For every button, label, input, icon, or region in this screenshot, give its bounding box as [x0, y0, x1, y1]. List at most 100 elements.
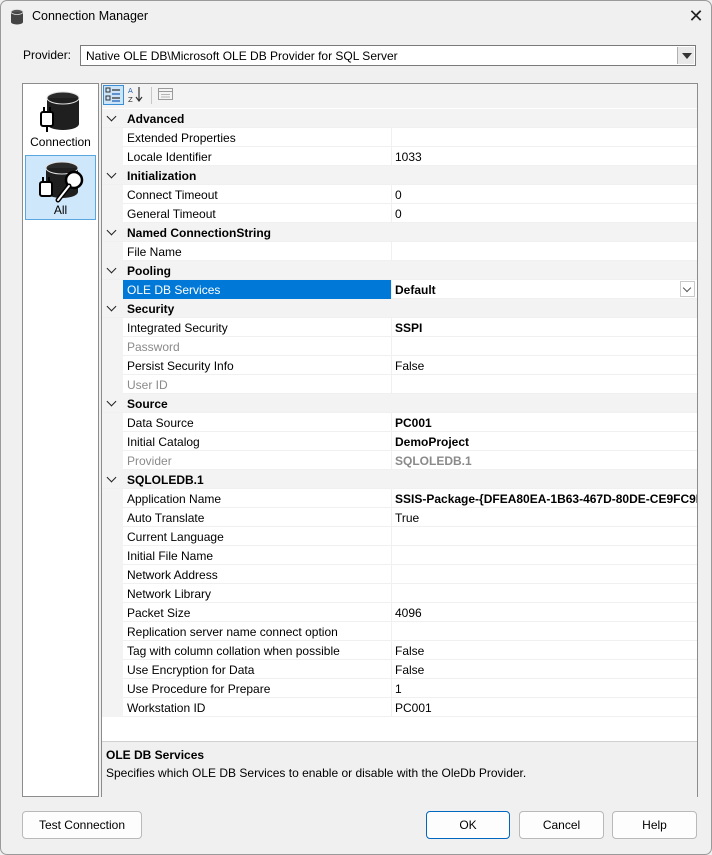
- close-button[interactable]: ✕: [684, 5, 708, 27]
- category-row[interactable]: Initialization: [102, 166, 697, 185]
- ok-button[interactable]: OK: [426, 811, 510, 839]
- cancel-button[interactable]: Cancel: [519, 811, 604, 839]
- column-splitter[interactable]: [391, 698, 392, 717]
- property-value[interactable]: SSPI: [395, 321, 697, 335]
- category-row[interactable]: Pooling: [102, 261, 697, 280]
- column-splitter[interactable]: [391, 337, 392, 356]
- property-value[interactable]: SQLOLEDB.1: [395, 454, 697, 468]
- property-value[interactable]: DemoProject: [395, 435, 697, 449]
- property-value[interactable]: 4096: [395, 606, 697, 620]
- property-row[interactable]: Data Source PC001: [102, 413, 697, 432]
- chevron-down-icon[interactable]: [107, 264, 115, 272]
- property-row[interactable]: Persist Security Info False: [102, 356, 697, 375]
- column-splitter[interactable]: [391, 147, 392, 166]
- property-value[interactable]: PC001: [395, 416, 697, 430]
- property-row[interactable]: Packet Size 4096: [102, 603, 697, 622]
- property-row[interactable]: Auto Translate True: [102, 508, 697, 527]
- property-value[interactable]: Default: [395, 283, 697, 297]
- nav-item-connection[interactable]: Connection: [25, 86, 96, 151]
- property-row[interactable]: Network Library: [102, 584, 697, 603]
- alphabetical-button[interactable]: A Z: [126, 85, 147, 105]
- column-splitter[interactable]: [391, 128, 392, 147]
- property-row[interactable]: File Name: [102, 242, 697, 261]
- property-row[interactable]: Extended Properties: [102, 128, 697, 147]
- property-row[interactable]: Workstation ID PC001: [102, 698, 697, 717]
- property-row[interactable]: Connect Timeout 0: [102, 185, 697, 204]
- column-splitter[interactable]: [391, 603, 392, 622]
- property-row[interactable]: Initial File Name: [102, 546, 697, 565]
- property-value[interactable]: False: [395, 644, 697, 658]
- property-row[interactable]: General Timeout 0: [102, 204, 697, 223]
- column-splitter[interactable]: [391, 641, 392, 660]
- row-gutter: [102, 603, 123, 622]
- categorized-button[interactable]: [103, 85, 124, 105]
- chevron-down-icon[interactable]: [107, 226, 115, 234]
- nav-item-all[interactable]: All: [25, 155, 96, 220]
- column-splitter[interactable]: [391, 280, 392, 299]
- column-splitter[interactable]: [391, 546, 392, 565]
- column-splitter[interactable]: [391, 432, 392, 451]
- category-row[interactable]: Advanced: [102, 109, 697, 128]
- property-value[interactable]: 1: [395, 682, 697, 696]
- property-value[interactable]: PC001: [395, 701, 697, 715]
- category-row[interactable]: SQLOLEDB.1: [102, 470, 697, 489]
- column-splitter[interactable]: [391, 318, 392, 337]
- property-row[interactable]: Network Address: [102, 565, 697, 584]
- provider-select[interactable]: Native OLE DB\Microsoft OLE DB Provider …: [80, 45, 696, 66]
- column-splitter[interactable]: [391, 204, 392, 223]
- chevron-down-icon[interactable]: [107, 302, 115, 310]
- column-splitter[interactable]: [391, 489, 392, 508]
- column-splitter[interactable]: [391, 679, 392, 698]
- column-splitter[interactable]: [391, 622, 392, 641]
- nav-item-label: All: [53, 203, 68, 217]
- property-row[interactable]: Replication server name connect option: [102, 622, 697, 641]
- property-value[interactable]: False: [395, 663, 697, 677]
- property-value[interactable]: 0: [395, 207, 697, 221]
- chevron-down-icon[interactable]: [677, 47, 694, 64]
- property-pages-button[interactable]: [156, 85, 177, 105]
- property-row[interactable]: User ID: [102, 375, 697, 394]
- property-row[interactable]: Locale Identifier 1033: [102, 147, 697, 166]
- column-splitter[interactable]: [391, 356, 392, 375]
- property-value[interactable]: 1033: [395, 150, 697, 164]
- column-splitter[interactable]: [391, 565, 392, 584]
- property-row[interactable]: Initial Catalog DemoProject: [102, 432, 697, 451]
- property-value[interactable]: True: [395, 511, 697, 525]
- column-splitter[interactable]: [391, 584, 392, 603]
- property-row[interactable]: Integrated Security SSPI: [102, 318, 697, 337]
- help-button[interactable]: Help: [612, 811, 697, 839]
- property-row[interactable]: Provider SQLOLEDB.1: [102, 451, 697, 470]
- property-name: Use Procedure for Prepare: [127, 682, 271, 696]
- category-name: Initialization: [127, 169, 197, 183]
- category-row[interactable]: Source: [102, 394, 697, 413]
- chevron-down-icon[interactable]: [107, 473, 115, 481]
- property-row[interactable]: Password: [102, 337, 697, 356]
- category-row[interactable]: Security: [102, 299, 697, 318]
- property-row[interactable]: Current Language: [102, 527, 697, 546]
- property-name: Initial File Name: [127, 549, 214, 563]
- column-splitter[interactable]: [391, 508, 392, 527]
- column-splitter[interactable]: [391, 375, 392, 394]
- property-row[interactable]: Use Procedure for Prepare 1: [102, 679, 697, 698]
- sort-az-icon: A Z: [128, 87, 143, 104]
- chevron-down-icon[interactable]: [107, 169, 115, 177]
- property-value[interactable]: 0: [395, 188, 697, 202]
- value-dropdown-button[interactable]: [680, 281, 695, 297]
- property-row[interactable]: Application Name SSIS-Package-{DFEA80EA-1…: [102, 489, 697, 508]
- column-splitter[interactable]: [391, 413, 392, 432]
- chevron-down-icon[interactable]: [107, 112, 115, 120]
- chevron-down-icon[interactable]: [107, 397, 115, 405]
- column-splitter[interactable]: [391, 242, 392, 261]
- column-splitter[interactable]: [391, 527, 392, 546]
- column-splitter[interactable]: [391, 185, 392, 204]
- category-row[interactable]: Named ConnectionString: [102, 223, 697, 242]
- property-row[interactable]: Tag with column collation when possible F…: [102, 641, 697, 660]
- property-value[interactable]: False: [395, 359, 697, 373]
- property-row[interactable]: OLE DB Services Default: [102, 280, 697, 299]
- property-value[interactable]: SSIS-Package-{DFEA80EA-1B63-467D-80DE-CE…: [395, 492, 697, 506]
- property-name: Data Source: [127, 416, 194, 430]
- test-connection-button[interactable]: Test Connection: [22, 811, 142, 839]
- column-splitter[interactable]: [391, 660, 392, 679]
- column-splitter[interactable]: [391, 451, 392, 470]
- property-row[interactable]: Use Encryption for Data False: [102, 660, 697, 679]
